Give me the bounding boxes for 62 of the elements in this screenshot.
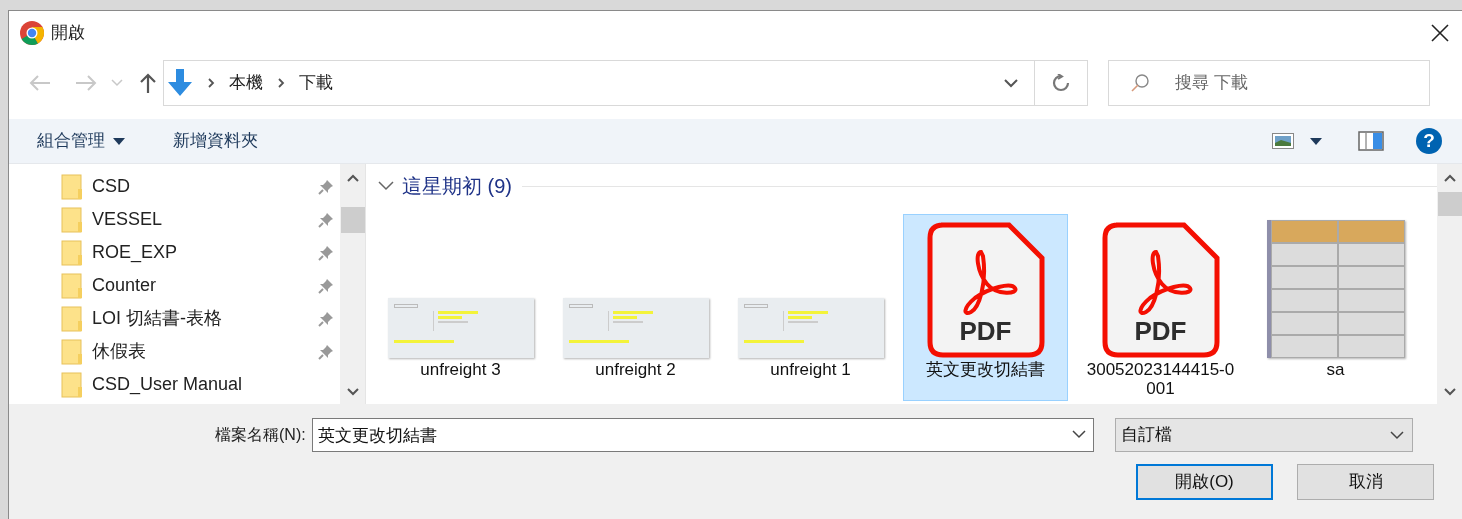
open-button[interactable]: 開啟(O) — [1136, 464, 1273, 500]
filetype-dropdown[interactable]: 自訂檔 — [1114, 418, 1413, 452]
scroll-thumb[interactable] — [1437, 192, 1462, 216]
pdf-label: PDF — [958, 315, 1013, 348]
download-arrow-icon — [167, 69, 193, 97]
dropdown-chevron-icon — [1389, 430, 1404, 440]
breadcrumb-item[interactable]: 本機 — [229, 70, 263, 96]
scroll-up-icon[interactable] — [346, 174, 359, 182]
scroll-thumb[interactable] — [340, 207, 365, 233]
scroll-down-icon[interactable] — [346, 388, 359, 396]
file-item[interactable]: PDF 30052023144415-0001 — [1078, 214, 1243, 401]
group-header[interactable]: 這星期初 (9) — [378, 171, 512, 201]
scrollbar[interactable] — [340, 164, 365, 404]
pdf-file-icon — [1101, 222, 1220, 358]
search-icon — [1130, 73, 1150, 93]
file-item[interactable]: unfreight 3 — [378, 214, 543, 401]
help-button[interactable]: ? — [1416, 128, 1442, 154]
new-folder-button[interactable]: 新增資料夾 — [173, 128, 258, 154]
folder-icon — [61, 305, 83, 332]
address-bar[interactable]: 本機 下載 — [163, 60, 1035, 106]
folder-icon — [61, 338, 83, 365]
browser-logo-icon — [19, 20, 45, 46]
window-title: 開啟 — [51, 22, 85, 45]
sidebar-item[interactable]: Counter — [9, 269, 340, 302]
scroll-down-icon[interactable] — [1443, 388, 1456, 396]
sidebar-item[interactable]: CSD_User Manual — [9, 368, 340, 401]
search-field[interactable]: 搜尋 下載 — [1108, 60, 1430, 106]
sidebar-item[interactable]: 休假表 — [9, 335, 340, 368]
refresh-icon — [1052, 74, 1070, 92]
dropdown-chevron-icon[interactable] — [1004, 78, 1018, 88]
breadcrumb-item[interactable]: 下載 — [299, 70, 333, 96]
file-item[interactable]: PDF 英文更改切結書 — [903, 214, 1068, 401]
scrollbar[interactable] — [1437, 164, 1462, 404]
breadcrumb-chevron-icon[interactable] — [207, 78, 215, 88]
folder-icon — [61, 206, 83, 233]
cancel-button[interactable]: 取消 — [1297, 464, 1434, 500]
caret-icon[interactable] — [1310, 137, 1322, 145]
filename-field[interactable]: 英文更改切結書 — [311, 418, 1094, 452]
organize-menu[interactable]: 組合管理 — [37, 128, 125, 154]
file-item[interactable]: unfreight 1 — [728, 214, 893, 401]
scroll-up-icon[interactable] — [1443, 174, 1456, 182]
caret-icon — [113, 137, 125, 145]
refresh-button[interactable] — [1035, 60, 1088, 106]
sidebar-item[interactable]: ROE_EXP — [9, 236, 340, 269]
file-item[interactable]: sa — [1253, 214, 1418, 401]
close-icon — [1431, 24, 1449, 42]
file-item[interactable]: unfreight 2 — [553, 214, 718, 401]
dropdown-chevron-icon[interactable] — [1071, 430, 1086, 439]
pdf-label: PDF — [1133, 315, 1188, 348]
folder-icon — [61, 239, 83, 266]
sidebar-item[interactable]: LOI 切結書-表格 — [9, 302, 340, 335]
preview-pane-icon[interactable] — [1358, 131, 1384, 151]
view-picture-icon[interactable] — [1272, 133, 1294, 149]
up-arrow-icon[interactable] — [139, 73, 157, 93]
sidebar-item[interactable]: CSD — [9, 170, 340, 203]
folder-icon — [61, 272, 83, 299]
breadcrumb-chevron-icon[interactable] — [277, 78, 285, 88]
pdf-file-icon — [926, 222, 1045, 358]
folder-icon — [61, 371, 83, 398]
filename-label: 檔案名稱(N): — [215, 425, 306, 445]
folder-icon — [61, 173, 83, 200]
sidebar-item[interactable]: VESSEL — [9, 203, 340, 236]
